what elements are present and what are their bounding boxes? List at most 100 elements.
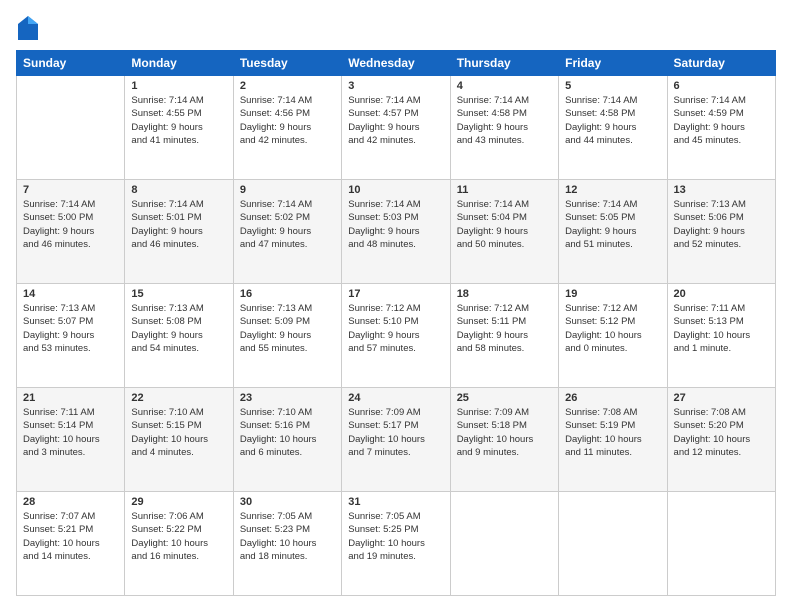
calendar-cell: 25 Sunrise: 7:09 AM Sunset: 5:18 PM Dayli…: [450, 388, 558, 492]
calendar-cell: 12 Sunrise: 7:14 AM Sunset: 5:05 PM Dayli…: [559, 180, 667, 284]
calendar-cell: 8 Sunrise: 7:14 AM Sunset: 5:01 PM Daylig…: [125, 180, 233, 284]
calendar-cell: [667, 492, 775, 596]
day-number: 7: [23, 184, 118, 196]
calendar-cell: 22 Sunrise: 7:10 AM Sunset: 5:15 PM Dayli…: [125, 388, 233, 492]
day-number: 12: [565, 184, 660, 196]
day-number: 1: [131, 80, 226, 92]
day-number: 31: [348, 496, 443, 508]
calendar-cell: 15 Sunrise: 7:13 AM Sunset: 5:08 PM Dayli…: [125, 284, 233, 388]
week-row-4: 21 Sunrise: 7:11 AM Sunset: 5:14 PM Dayli…: [17, 388, 776, 492]
calendar-cell: [559, 492, 667, 596]
day-info: Sunrise: 7:12 AM Sunset: 5:12 PM Dayligh…: [565, 302, 660, 355]
day-info: Sunrise: 7:14 AM Sunset: 4:58 PM Dayligh…: [565, 94, 660, 147]
calendar-cell: 21 Sunrise: 7:11 AM Sunset: 5:14 PM Dayli…: [17, 388, 125, 492]
day-number: 10: [348, 184, 443, 196]
day-number: 27: [674, 392, 769, 404]
calendar-cell: 2Sunrise: 7:14 AM Sunset: 4:56 PM Daylig…: [233, 76, 341, 180]
logo-icon: [18, 16, 38, 40]
day-number: 16: [240, 288, 335, 300]
calendar-cell: 7 Sunrise: 7:14 AM Sunset: 5:00 PM Daylig…: [17, 180, 125, 284]
day-info: Sunrise: 7:09 AM Sunset: 5:17 PM Dayligh…: [348, 406, 443, 459]
day-number: 20: [674, 288, 769, 300]
calendar-cell: 10Sunrise: 7:14 AM Sunset: 5:03 PM Dayli…: [342, 180, 450, 284]
week-row-5: 28 Sunrise: 7:07 AM Sunset: 5:21 PM Dayli…: [17, 492, 776, 596]
day-info: Sunrise: 7:09 AM Sunset: 5:18 PM Dayligh…: [457, 406, 552, 459]
day-number: 14: [23, 288, 118, 300]
day-info: Sunrise: 7:05 AM Sunset: 5:25 PM Dayligh…: [348, 510, 443, 563]
day-number: 2: [240, 80, 335, 92]
calendar-cell: 30Sunrise: 7:05 AM Sunset: 5:23 PM Dayli…: [233, 492, 341, 596]
calendar-cell: 13 Sunrise: 7:13 AM Sunset: 5:06 PM Dayli…: [667, 180, 775, 284]
calendar-cell: 26 Sunrise: 7:08 AM Sunset: 5:19 PM Dayli…: [559, 388, 667, 492]
day-number: 13: [674, 184, 769, 196]
calendar-cell: 28 Sunrise: 7:07 AM Sunset: 5:21 PM Dayli…: [17, 492, 125, 596]
day-info: Sunrise: 7:14 AM Sunset: 5:00 PM Dayligh…: [23, 198, 118, 251]
calendar-cell: 11Sunrise: 7:14 AM Sunset: 5:04 PM Dayli…: [450, 180, 558, 284]
calendar-cell: 3 Sunrise: 7:14 AM Sunset: 4:57 PM Daylig…: [342, 76, 450, 180]
day-info: Sunrise: 7:13 AM Sunset: 5:08 PM Dayligh…: [131, 302, 226, 355]
calendar-cell: 6 Sunrise: 7:14 AM Sunset: 4:59 PM Daylig…: [667, 76, 775, 180]
week-row-2: 7 Sunrise: 7:14 AM Sunset: 5:00 PM Daylig…: [17, 180, 776, 284]
day-number: 15: [131, 288, 226, 300]
day-info: Sunrise: 7:07 AM Sunset: 5:21 PM Dayligh…: [23, 510, 118, 563]
day-number: 21: [23, 392, 118, 404]
day-number: 25: [457, 392, 552, 404]
day-number: 22: [131, 392, 226, 404]
day-info: Sunrise: 7:10 AM Sunset: 5:15 PM Dayligh…: [131, 406, 226, 459]
week-row-1: 1Sunrise: 7:14 AM Sunset: 4:55 PM Daylig…: [17, 76, 776, 180]
calendar-cell: 23 Sunrise: 7:10 AM Sunset: 5:16 PM Dayli…: [233, 388, 341, 492]
day-info: Sunrise: 7:13 AM Sunset: 5:06 PM Dayligh…: [674, 198, 769, 251]
weekday-header-saturday: Saturday: [667, 51, 775, 76]
header: [16, 16, 776, 40]
calendar-cell: 9 Sunrise: 7:14 AM Sunset: 5:02 PM Daylig…: [233, 180, 341, 284]
day-info: Sunrise: 7:11 AM Sunset: 5:13 PM Dayligh…: [674, 302, 769, 355]
calendar-cell: [17, 76, 125, 180]
day-number: 29: [131, 496, 226, 508]
calendar-cell: 16Sunrise: 7:13 AM Sunset: 5:09 PM Dayli…: [233, 284, 341, 388]
day-number: 17: [348, 288, 443, 300]
day-number: 24: [348, 392, 443, 404]
calendar-cell: 17 Sunrise: 7:12 AM Sunset: 5:10 PM Dayli…: [342, 284, 450, 388]
weekday-header-sunday: Sunday: [17, 51, 125, 76]
day-number: 30: [240, 496, 335, 508]
calendar-cell: [450, 492, 558, 596]
week-row-3: 14 Sunrise: 7:13 AM Sunset: 5:07 PM Dayli…: [17, 284, 776, 388]
calendar-cell: 18Sunrise: 7:12 AM Sunset: 5:11 PM Dayli…: [450, 284, 558, 388]
day-info: Sunrise: 7:14 AM Sunset: 4:57 PM Dayligh…: [348, 94, 443, 147]
day-number: 9: [240, 184, 335, 196]
day-info: Sunrise: 7:12 AM Sunset: 5:10 PM Dayligh…: [348, 302, 443, 355]
day-info: Sunrise: 7:14 AM Sunset: 5:05 PM Dayligh…: [565, 198, 660, 251]
weekday-header-wednesday: Wednesday: [342, 51, 450, 76]
day-number: 8: [131, 184, 226, 196]
calendar-cell: 20 Sunrise: 7:11 AM Sunset: 5:13 PM Dayli…: [667, 284, 775, 388]
day-info: Sunrise: 7:11 AM Sunset: 5:14 PM Dayligh…: [23, 406, 118, 459]
weekday-header-thursday: Thursday: [450, 51, 558, 76]
day-number: 6: [674, 80, 769, 92]
calendar-cell: 24 Sunrise: 7:09 AM Sunset: 5:17 PM Dayli…: [342, 388, 450, 492]
day-number: 28: [23, 496, 118, 508]
day-number: 3: [348, 80, 443, 92]
calendar-cell: 31 Sunrise: 7:05 AM Sunset: 5:25 PM Dayli…: [342, 492, 450, 596]
day-number: 4: [457, 80, 552, 92]
day-info: Sunrise: 7:14 AM Sunset: 5:02 PM Dayligh…: [240, 198, 335, 251]
day-info: Sunrise: 7:14 AM Sunset: 4:58 PM Dayligh…: [457, 94, 552, 147]
day-info: Sunrise: 7:14 AM Sunset: 5:01 PM Dayligh…: [131, 198, 226, 251]
calendar-cell: 1Sunrise: 7:14 AM Sunset: 4:55 PM Daylig…: [125, 76, 233, 180]
day-number: 26: [565, 392, 660, 404]
day-number: 23: [240, 392, 335, 404]
weekday-header-friday: Friday: [559, 51, 667, 76]
calendar-cell: 19Sunrise: 7:12 AM Sunset: 5:12 PM Dayli…: [559, 284, 667, 388]
day-number: 11: [457, 184, 552, 196]
weekday-header-monday: Monday: [125, 51, 233, 76]
calendar-cell: 5Sunrise: 7:14 AM Sunset: 4:58 PM Daylig…: [559, 76, 667, 180]
logo: [16, 16, 42, 40]
day-info: Sunrise: 7:10 AM Sunset: 5:16 PM Dayligh…: [240, 406, 335, 459]
day-info: Sunrise: 7:14 AM Sunset: 4:59 PM Dayligh…: [674, 94, 769, 147]
day-info: Sunrise: 7:13 AM Sunset: 5:07 PM Dayligh…: [23, 302, 118, 355]
weekday-header-tuesday: Tuesday: [233, 51, 341, 76]
day-info: Sunrise: 7:12 AM Sunset: 5:11 PM Dayligh…: [457, 302, 552, 355]
calendar-table: SundayMondayTuesdayWednesdayThursdayFrid…: [16, 50, 776, 596]
calendar-cell: 14 Sunrise: 7:13 AM Sunset: 5:07 PM Dayli…: [17, 284, 125, 388]
day-info: Sunrise: 7:08 AM Sunset: 5:19 PM Dayligh…: [565, 406, 660, 459]
calendar-cell: 27Sunrise: 7:08 AM Sunset: 5:20 PM Dayli…: [667, 388, 775, 492]
